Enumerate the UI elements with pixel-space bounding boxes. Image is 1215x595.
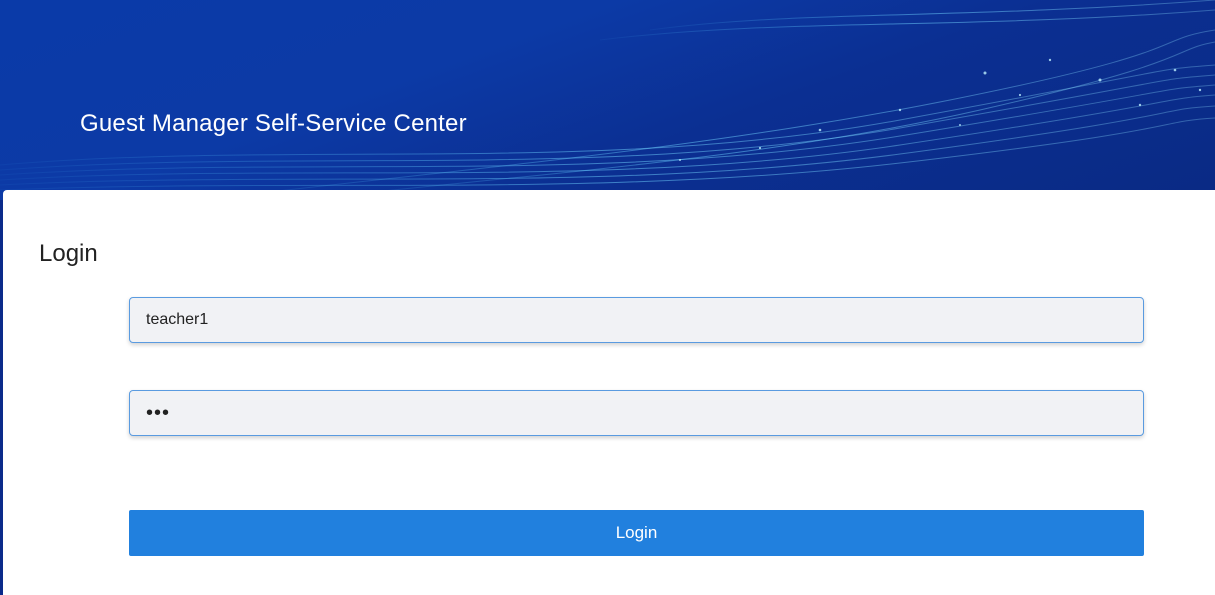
banner-wave-graphic [0,0,1215,200]
page-title: Guest Manager Self-Service Center [80,110,467,137]
password-field[interactable] [129,390,1144,436]
login-button[interactable]: Login [129,510,1144,556]
login-panel: Login Login [3,190,1215,595]
header-banner: Guest Manager Self-Service Center [0,0,1215,200]
username-field[interactable] [129,297,1144,343]
login-heading: Login [39,240,98,267]
